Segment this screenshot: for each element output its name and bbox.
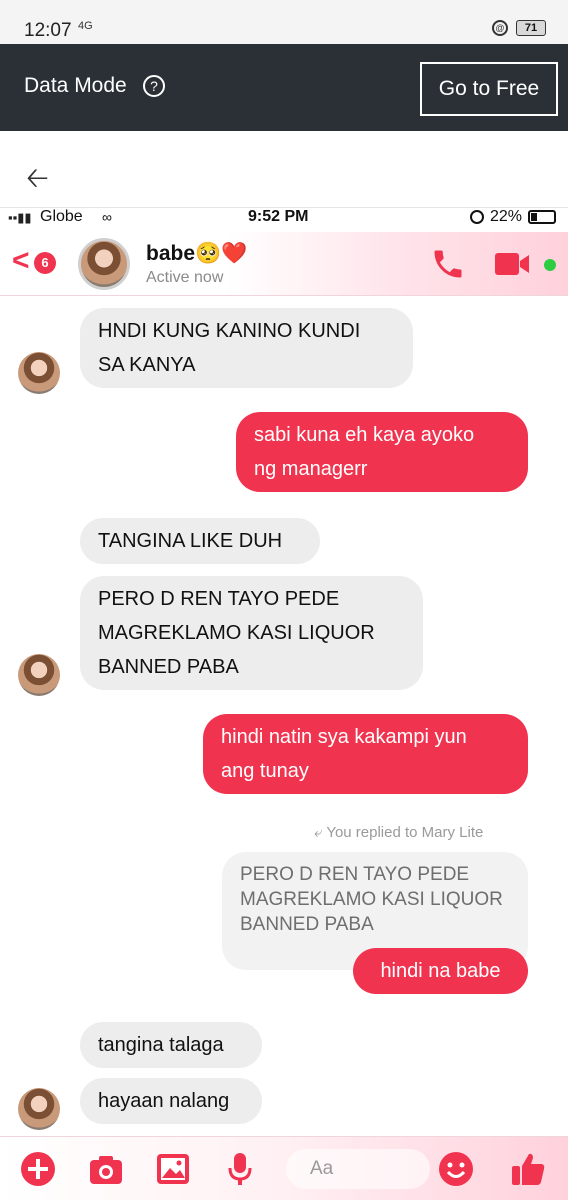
data-mode-bar: Data Mode ? Go to Free — [0, 44, 568, 131]
message-text: TANGINA LIKE DUH — [98, 530, 283, 552]
contact-avatar[interactable] — [78, 238, 130, 290]
ios-signal-icon: ▪▪▮▮ — [8, 210, 32, 225]
phone-call-icon[interactable] — [430, 246, 466, 282]
message-placeholder: Aa — [310, 1158, 334, 1179]
data-mode-label: Data Mode — [24, 74, 127, 97]
incoming-message[interactable]: TANGINA LIKE DUH — [80, 518, 320, 564]
contact-avatar-small[interactable] — [18, 1088, 60, 1130]
go-to-free-button[interactable]: Go to Free — [420, 62, 558, 116]
image-icon[interactable] — [155, 1151, 191, 1187]
outgoing-message[interactable]: hindi natin sya kakampi yun ang tunay — [203, 714, 528, 794]
incoming-message[interactable]: HNDI KUNG KANINO KUNDI SA KANYA — [80, 308, 413, 388]
contact-avatar-small[interactable] — [18, 654, 60, 696]
os-status-bar: 12:07 4G @ 71 — [0, 0, 568, 44]
message-text: tangina talaga — [98, 1034, 224, 1056]
camera-icon[interactable] — [88, 1151, 124, 1187]
contact-status: Active now — [146, 269, 224, 286]
ios-battery-percent: 22% — [489, 208, 522, 225]
active-dot — [544, 259, 556, 271]
data-saver-icon: @ — [492, 20, 508, 36]
message-text: PERO D REN TAYO PEDE MAGREKLAMO KASI LIQ… — [98, 588, 375, 678]
message-input[interactable]: Aa — [286, 1149, 430, 1189]
back-arrow-icon[interactable]: 🡠 — [26, 157, 49, 205]
battery-icon: 71 — [516, 20, 546, 36]
message-text: HNDI KUNG KANINO KUNDI SA KANYA — [98, 320, 361, 376]
back-chevron-icon[interactable]: < — [12, 246, 30, 276]
message-list[interactable]: HNDI KUNG KANINO KUNDI SA KANYA sabi kun… — [0, 296, 568, 1136]
ios-carrier: Globe — [40, 208, 83, 225]
message-text: hindi natin sya kakampi yun ang tunay — [221, 726, 467, 782]
incoming-message[interactable]: hayaan nalang — [80, 1078, 262, 1124]
plus-icon[interactable] — [20, 1151, 56, 1187]
video-call-icon[interactable] — [494, 250, 530, 278]
reply-note: ⤶ You replied to Mary Lite — [314, 824, 483, 841]
outgoing-message[interactable]: hindi na babe — [353, 948, 528, 994]
contact-avatar-small[interactable] — [18, 352, 60, 394]
incoming-message[interactable]: PERO D REN TAYO PEDE MAGREKLAMO KASI LIQ… — [80, 576, 423, 690]
outgoing-message[interactable]: sabi kuna eh kaya ayoko ng managerr — [236, 412, 528, 492]
thumbs-up-icon[interactable] — [510, 1151, 546, 1187]
ios-rotation-lock-icon — [469, 210, 484, 224]
ios-battery-icon — [528, 210, 556, 224]
back-row: 🡠 — [0, 131, 568, 208]
microphone-icon[interactable] — [222, 1151, 258, 1187]
composer-bar: Aa — [0, 1136, 568, 1200]
message-text: sabi kuna eh kaya ayoko ng managerr — [254, 424, 475, 480]
message-text: hayaan nalang — [98, 1090, 230, 1112]
unread-badge[interactable]: 6 — [34, 252, 56, 274]
help-icon[interactable]: ? — [143, 75, 165, 97]
ios-status-bar: ▪▪▮▮ Globe ∞ 9:52 PM 22% — [0, 208, 568, 232]
signal-icon: 4G — [78, 20, 93, 32]
emoji-icon[interactable] — [438, 1151, 474, 1187]
contact-name[interactable]: babe🥺❤️ — [146, 242, 247, 266]
reply-note-text: You replied to Mary Lite — [326, 824, 484, 841]
incoming-message[interactable]: tangina talaga — [80, 1022, 262, 1068]
reply-arrow-icon: ⤶ — [314, 824, 323, 841]
quoted-text: PERO D REN TAYO PEDE MAGREKLAMO KASI LIQ… — [240, 864, 503, 935]
ios-link-icon: ∞ — [102, 209, 112, 225]
ios-time: 9:52 PM — [248, 208, 309, 225]
os-time: 12:07 — [24, 20, 72, 41]
conversation-header: < 6 babe🥺❤️ Active now — [0, 232, 568, 296]
message-text: hindi na babe — [380, 960, 501, 982]
